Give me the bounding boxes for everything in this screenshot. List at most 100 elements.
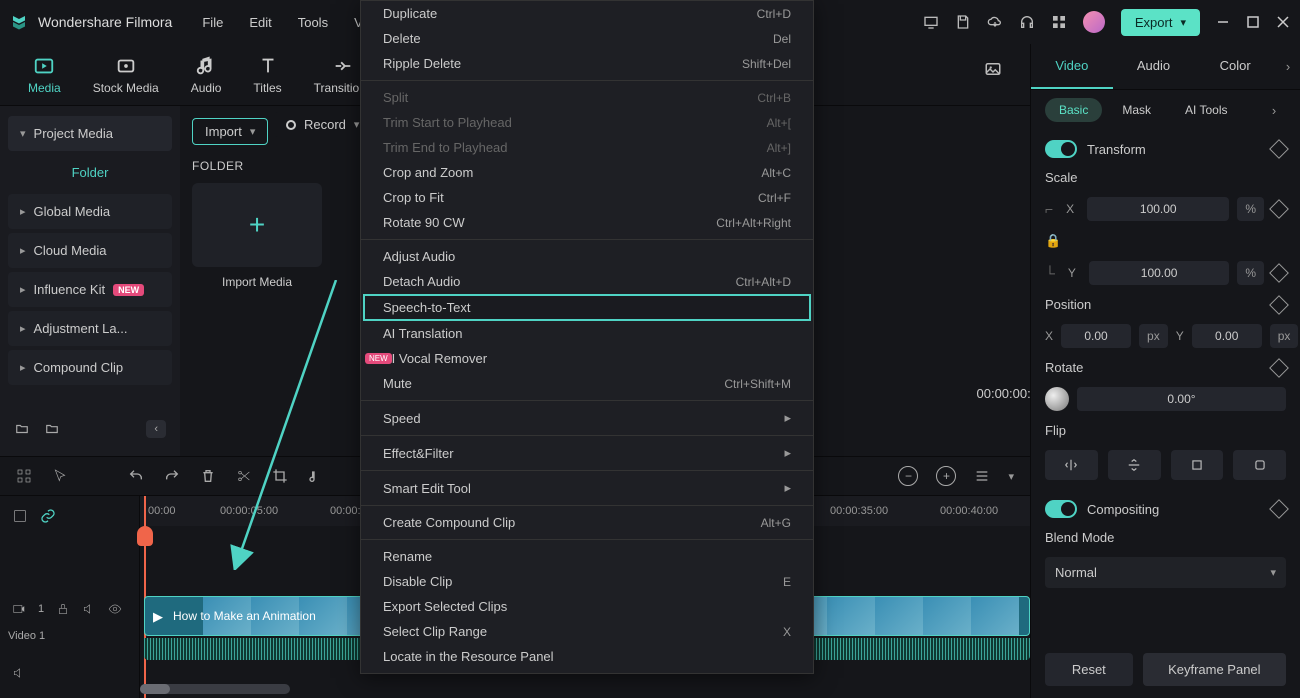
cm-disable-clip[interactable]: Disable ClipE [361,569,813,594]
tab-titles[interactable]: Titles [253,55,281,95]
cm-smart-edit[interactable]: Smart Edit Tool▸ [361,475,813,501]
cm-rename[interactable]: Rename [361,544,813,569]
scale-x-kf[interactable] [1269,199,1289,219]
tab-media[interactable]: Media [28,55,61,95]
cm-speech-to-text[interactable]: Speech-to-Text [363,294,811,321]
tab-audio[interactable]: Audio [191,55,222,95]
grid-tool-icon[interactable] [16,468,32,484]
cm-effect-filter[interactable]: Effect&Filter▸ [361,440,813,466]
trash-icon[interactable] [200,468,216,484]
pos-y-input[interactable] [1192,324,1262,348]
flip-3-button[interactable] [1171,450,1224,480]
scale-y-input[interactable] [1089,261,1229,285]
record-button[interactable]: Record ▾ [274,112,371,137]
cm-locate-resource[interactable]: Locate in the Resource Panel [361,644,813,669]
close-icon[interactable] [1276,15,1290,29]
flip-4-button[interactable] [1233,450,1286,480]
cm-crop-zoom[interactable]: Crop and ZoomAlt+C [361,160,813,185]
folder-icon[interactable] [44,422,60,436]
cm-compound-clip[interactable]: Create Compound ClipAlt+G [361,510,813,535]
insp-tab-color[interactable]: Color [1194,44,1276,89]
music-tool-icon[interactable] [308,468,324,484]
flip-v-button[interactable] [1108,450,1161,480]
scissors-icon[interactable] [236,468,252,484]
sidebar-item-cloud[interactable]: ▸Cloud Media [8,233,172,268]
sidebar-item-compound[interactable]: ▸Compound Clip [8,350,172,385]
cm-ai-vocal-remover[interactable]: NEWAI Vocal Remover [361,346,813,371]
save-icon[interactable] [955,14,971,30]
cm-ripple-delete[interactable]: Ripple DeleteShift+Del [361,51,813,76]
transform-keyframe[interactable] [1269,139,1289,159]
crop-tool-icon[interactable] [272,468,288,484]
insp-tab-video[interactable]: Video [1031,44,1113,89]
cm-delete[interactable]: DeleteDel [361,26,813,51]
cm-crop-fit[interactable]: Crop to FitCtrl+F [361,185,813,210]
zoom-out-button[interactable]: − [898,466,918,486]
list-icon[interactable] [974,468,990,484]
compositing-toggle[interactable] [1045,500,1077,518]
cm-rotate-90[interactable]: Rotate 90 CWCtrl+Alt+Right [361,210,813,235]
rotate-knob[interactable] [1045,387,1069,411]
sidebar-project-media[interactable]: ▾Project Media [8,116,172,151]
media-tile-import[interactable]: + Import Media [192,183,322,289]
insp-pills-more[interactable]: › [1262,103,1286,118]
avatar[interactable] [1083,11,1105,33]
insp-pill-mask[interactable]: Mask [1108,98,1165,122]
cm-duplicate[interactable]: DuplicateCtrl+D [361,1,813,26]
minimize-icon[interactable] [1216,15,1230,29]
link-icon[interactable] [40,508,56,524]
insp-pill-basic[interactable]: Basic [1045,98,1102,122]
sidebar-collapse[interactable]: ‹ [146,420,166,438]
cloud-icon[interactable] [987,14,1003,30]
eye-track-icon[interactable] [108,602,122,616]
folder-add-icon[interactable] [14,422,30,436]
scale-y-kf[interactable] [1269,263,1289,283]
cm-speed[interactable]: Speed▸ [361,405,813,431]
timeline-scrollbar[interactable] [140,684,290,694]
flip-h-button[interactable] [1045,450,1098,480]
import-button[interactable]: Import▾ [192,118,268,145]
reset-button[interactable]: Reset [1045,653,1133,686]
monitor-icon[interactable] [923,14,939,30]
cm-detach-audio[interactable]: Detach AudioCtrl+Alt+D [361,269,813,294]
lock-track-icon[interactable] [56,602,70,616]
pos-x-input[interactable] [1061,324,1131,348]
zoom-in-button[interactable]: + [936,466,956,486]
headphones-icon[interactable] [1019,14,1035,30]
menu-file[interactable]: File [202,15,223,30]
export-button[interactable]: Export ▾ [1121,9,1200,36]
keyframe-panel-button[interactable]: Keyframe Panel [1143,653,1286,686]
cm-mute[interactable]: MuteCtrl+Shift+M [361,371,813,396]
cm-export-selected[interactable]: Export Selected Clips [361,594,813,619]
rotate-input[interactable] [1077,387,1286,411]
cursor-tool-icon[interactable] [52,468,68,484]
sidebar-item-influence[interactable]: ▸Influence KitNEW [8,272,172,307]
insp-tabs-more[interactable]: › [1276,44,1300,89]
list-menu[interactable]: ▾ [1008,470,1014,483]
picture-icon[interactable] [984,60,1002,78]
blend-mode-select[interactable]: Normal▾ [1045,557,1286,588]
rotate-kf[interactable] [1269,358,1289,378]
sidebar-item-adjustment[interactable]: ▸Adjustment La... [8,311,172,346]
sidebar-item-global[interactable]: ▸Global Media [8,194,172,229]
scale-x-input[interactable] [1087,197,1229,221]
tab-stock-media[interactable]: Stock Media [93,55,159,95]
lock-icon[interactable]: 🔒 [1045,233,1061,249]
track-add-icon[interactable] [12,508,28,524]
mute-track-icon[interactable] [82,602,96,616]
insp-pill-ai[interactable]: AI Tools [1171,98,1241,122]
position-kf[interactable] [1269,295,1289,315]
compositing-kf[interactable] [1269,499,1289,519]
transform-toggle[interactable] [1045,140,1077,158]
cm-adjust-audio[interactable]: Adjust Audio [361,244,813,269]
maximize-icon[interactable] [1246,15,1260,29]
menu-edit[interactable]: Edit [249,15,271,30]
menu-tools[interactable]: Tools [298,15,328,30]
undo-icon[interactable] [128,468,144,484]
redo-icon[interactable] [164,468,180,484]
insp-tab-audio[interactable]: Audio [1113,44,1195,89]
sidebar-folder[interactable]: Folder [8,155,172,190]
cm-select-range[interactable]: Select Clip RangeX [361,619,813,644]
grid-icon[interactable] [1051,14,1067,30]
cm-ai-translation[interactable]: AI Translation [361,321,813,346]
